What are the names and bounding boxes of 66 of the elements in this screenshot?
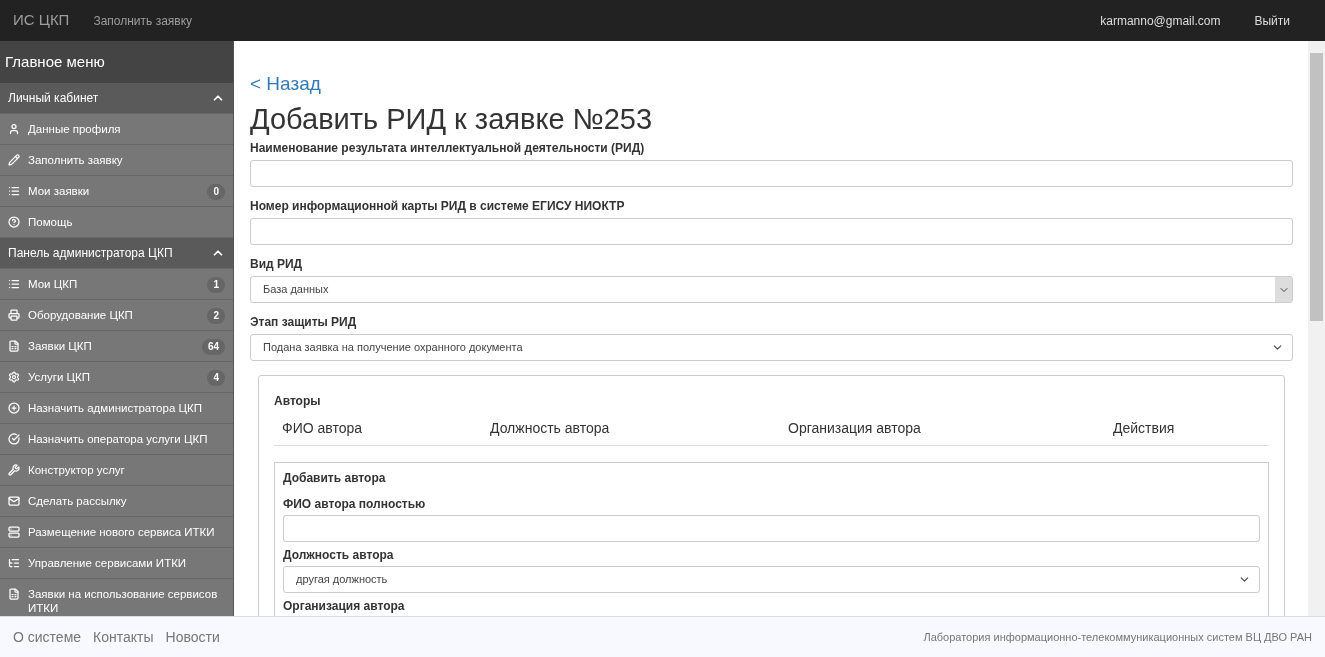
select-field[interactable]: Подана заявка на получение охранного документа: [250, 334, 1293, 361]
count-badge: 4: [207, 370, 225, 386]
page-heading: Добавить РИД к заявке №253: [250, 103, 654, 135]
sidebar-item[interactable]: Оборудование ЦКП 2: [0, 300, 233, 331]
sidebar-item[interactable]: Назначить администратора ЦКП: [0, 393, 233, 424]
list-icon: [8, 278, 20, 290]
plus-circle-icon: [8, 402, 20, 414]
sidebar-item[interactable]: Мои заявки 0: [0, 176, 233, 207]
sidebar-item[interactable]: Сделать рассылку: [0, 486, 233, 517]
field-label: Вид РИД: [250, 257, 304, 271]
column-header: Организация автора: [788, 419, 922, 438]
input-field[interactable]: [250, 218, 1293, 245]
tree-icon: [8, 557, 20, 569]
count-badge: 64: [201, 339, 225, 355]
help-icon: [8, 216, 20, 228]
sidebar-item[interactable]: Размещение нового сервиса ИТКИ: [0, 517, 233, 548]
count-badge: 1: [207, 277, 225, 293]
count-badge: 2: [207, 308, 225, 324]
wrench-icon: [8, 464, 20, 476]
sidebar-item[interactable]: Заявки ЦКП 64: [0, 331, 233, 362]
user-icon: [8, 123, 20, 135]
sidebar-item[interactable]: Услуги ЦКП 4: [0, 362, 233, 393]
field-label: Должность автора: [283, 548, 395, 562]
input-field[interactable]: [250, 160, 1293, 187]
panel-title: Авторы: [274, 393, 322, 410]
select-field[interactable]: другая должность: [283, 566, 1260, 593]
check-circle-icon: [8, 433, 20, 445]
field-label: Наименование результата интеллектуальной деятельности (РИД): [250, 141, 646, 155]
footer-link[interactable]: О системе: [13, 626, 82, 648]
pencil-icon: [8, 154, 20, 166]
sidebar-item[interactable]: Данные профиля: [0, 114, 233, 145]
footer-link[interactable]: Контакты: [93, 626, 154, 648]
sidebar-item[interactable]: Управление сервисами ИТКИ: [0, 548, 233, 579]
count-badge: 0: [207, 184, 225, 200]
field-label: Организация автора: [283, 599, 406, 613]
user-email[interactable]: karmanno@gmail.com: [1100, 11, 1221, 30]
column-header: Должность автора: [490, 419, 611, 438]
sidebar-item[interactable]: Назначить оператора услуги ЦКП: [0, 424, 233, 455]
dropdown-button[interactable]: [1275, 277, 1292, 302]
nav-link[interactable]: Заполнить заявку: [93, 11, 193, 30]
sheet-icon: [8, 340, 20, 352]
brand-link[interactable]: ИС ЦКП: [13, 9, 70, 32]
field-label: Этап защиты РИД: [250, 315, 358, 329]
settings-icon: [8, 371, 20, 383]
column-header: ФИО автора: [282, 419, 363, 438]
footer-link[interactable]: Новости: [165, 626, 220, 648]
back-link[interactable]: < Назад: [250, 73, 1293, 95]
field-label: ФИО автора полностью: [283, 497, 427, 511]
input-field[interactable]: [283, 515, 1260, 542]
select-field[interactable]: База данных: [250, 276, 1293, 303]
sheet-icon: [8, 588, 20, 600]
panel-title: Добавить автора: [283, 471, 387, 485]
sidebar-section-header[interactable]: Панель администратора ЦКП: [0, 238, 233, 269]
logout-link[interactable]: Выйти: [1254, 11, 1290, 30]
list-icon: [8, 185, 20, 197]
printer-icon: [8, 309, 20, 321]
server-icon: [8, 526, 20, 538]
field-label: Номер информационной карты РИД в системе ЕГИСУ НИОКТР: [250, 199, 626, 213]
sidebar-item[interactable]: Конструктор услуг: [0, 455, 233, 486]
sidebar-item[interactable]: Мои ЦКП 1: [0, 269, 233, 300]
sidebar-section-header[interactable]: Личный кабинет: [0, 83, 233, 114]
column-header: Действия: [1113, 419, 1176, 438]
mail-icon: [8, 495, 20, 507]
footer-credit: Лаборатория информационно-телекоммуникационных систем ВЦ ДВО РАН: [923, 629, 1312, 645]
sidebar-title: Главное меню: [0, 41, 233, 83]
sidebar-item[interactable]: Заполнить заявку: [0, 145, 233, 176]
